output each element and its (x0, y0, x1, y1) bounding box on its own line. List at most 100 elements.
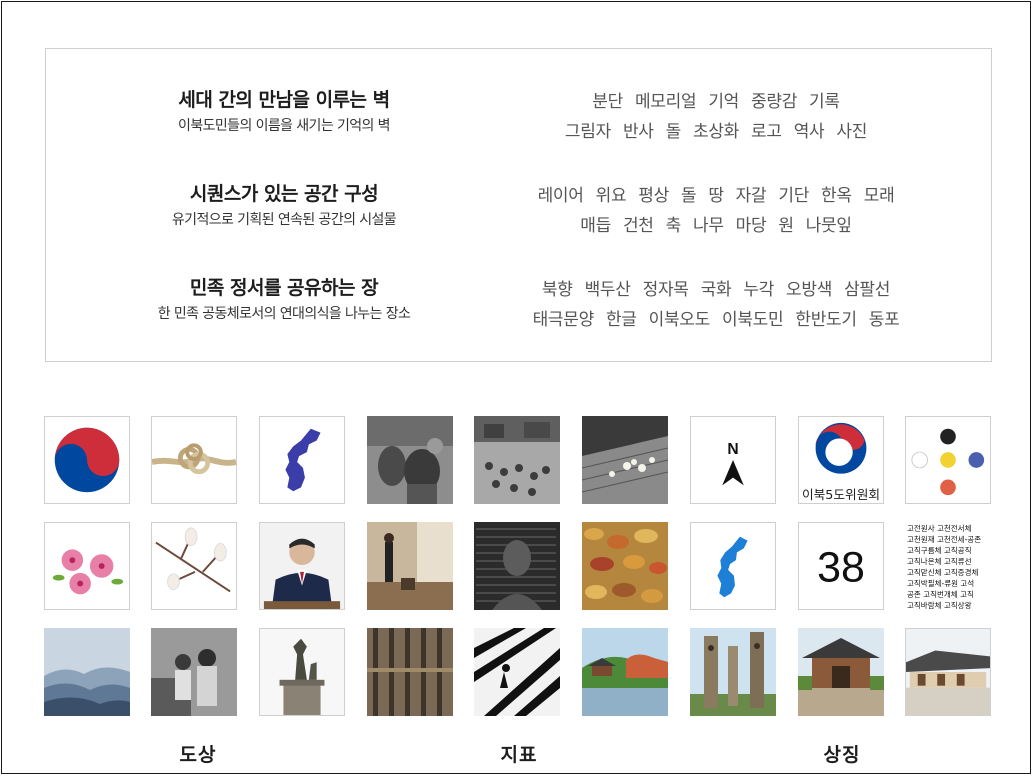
hangul-line: 고직나온체 고직류선 (907, 556, 972, 566)
keyword: 위요 (595, 186, 627, 206)
keyword: 중량감 (751, 92, 798, 112)
statue-monument-image (259, 628, 345, 716)
concept-title: 세대 간의 만남을 이루는 벽 (178, 89, 390, 111)
keyword-list: 분단 메모리얼 기억 중량감 기록 그림자 반사 돌 초상화 로고 역사 사진 (476, 87, 956, 147)
keyword: 분단 (592, 92, 623, 112)
keyword: 한글 (605, 310, 637, 330)
caption-symbol: 상징 (823, 744, 861, 766)
hangul-fonts-image: 고전원사 고천전서체 고천원재 고천전세-공존 고직구름체 고직공직 고직나온체… (905, 522, 991, 610)
keyword: 역사 (793, 122, 825, 142)
concept-subtitle: 유기적으로 기획된 연속된 공간의 시설물 (171, 212, 397, 228)
keyword: 기단 (778, 186, 810, 206)
name-wall-reflection-image (474, 522, 560, 610)
hangul-line: 공존 고직번개체 고직 (907, 589, 974, 599)
keyword: 백두산 (584, 280, 631, 300)
hanok-courtyard-image (905, 628, 991, 716)
hangul-line: 고직맏신체 고직증경체 (907, 567, 978, 577)
keyword: 건천 (622, 216, 654, 236)
keyword: 사진 (836, 122, 868, 142)
caption-icon: 도상 (179, 744, 217, 766)
keyword: 모래 (863, 186, 895, 206)
refugees-photo-image (367, 416, 453, 504)
magnolia-branch-image (151, 522, 237, 610)
hangul-line: 고직박필체-류원 고석 (907, 578, 974, 588)
keyword: 반사 (622, 122, 654, 142)
hanok-gate-image (798, 628, 884, 716)
number-38-text: 38 (817, 544, 865, 592)
concept-row-nation: 민족 정서를 공유하는 장 한 민족 공동체로서의 연대의식을 나누는 장소 북… (46, 275, 991, 355)
keyword: 레이어 (537, 186, 584, 206)
keyword: 돌 (680, 186, 697, 206)
children-war-photo-image (151, 628, 237, 716)
concept-box: 세대 간의 만남을 이루는 벽 이북도민들의 이름을 새기는 기억의 벽 분단 메… (45, 48, 992, 362)
keyword: 동포 (868, 310, 900, 330)
concept-title: 민족 정서를 공유하는 장 (189, 277, 379, 299)
portrait-photo-image (259, 522, 345, 610)
keyword: 기록 (809, 92, 840, 112)
concept-text: 세대 간의 만남을 이루는 벽 이북도민들의 이름을 새기는 기억의 벽 (94, 87, 474, 137)
keyword-list: 북향 백두산 정자목 국화 누각 오방색 삼팔선 태극문양 한글 이북오도 이북도민 한반도기 동포 (476, 275, 956, 335)
obangsaek-dots-image (905, 416, 991, 504)
keyword: 국화 (700, 280, 732, 300)
concept-row-sequence: 시퀀스가 있는 공간 구성 유기적으로 기획된 연속된 공간의 시설물 레이어 위… (46, 181, 991, 261)
keyword: 북향 (541, 280, 573, 300)
keyword: 태극문양 (532, 310, 595, 330)
keyword-line: 레이어 위요 평상 돌 땅 자갈 기단 한옥 모래 (476, 181, 956, 211)
jangseung-poles-image (690, 628, 776, 716)
fallen-leaves-image (582, 522, 668, 610)
north-arrow-image: N (690, 416, 776, 504)
war-camp-photo-image (474, 416, 560, 504)
keyword: 나무 (692, 216, 724, 236)
concept-text: 시퀀스가 있는 공간 구성 유기적으로 기획된 연속된 공간의 시설물 (94, 181, 474, 231)
knot-rope-image (151, 416, 237, 504)
committee-logo-text: 이북5도위원회 (802, 487, 880, 502)
keyword: 한반도기 (795, 310, 857, 330)
keyword: 돌 (665, 122, 682, 142)
number-38-image: 38 (798, 522, 884, 610)
keyword: 기억 (708, 92, 740, 112)
keyword-line: 매듭 건천 축 나무 마당 원 나뭇잎 (476, 211, 956, 241)
keyword-line: 그림자 반사 돌 초상화 로고 역사 사진 (476, 117, 956, 147)
concept-row-wall: 세대 간의 만남을 이루는 벽 이북도민들의 이름을 새기는 기억의 벽 분단 메… (46, 87, 991, 167)
keyword: 자갈 (735, 186, 767, 206)
committee-logo-image: 이북5도위원회 (798, 416, 884, 504)
keyword-line: 태극문양 한글 이북오도 이북도민 한반도기 동포 (476, 305, 956, 335)
taegeuk-symbol-image (44, 416, 130, 504)
korea-map-purple-image (259, 416, 345, 504)
keyword: 마당 (735, 216, 767, 236)
concept-subtitle: 이북도민들의 이름을 새기는 기억의 벽 (178, 118, 390, 134)
north-label: N (727, 441, 738, 458)
keyword: 이북도민 (722, 310, 784, 330)
hangul-line: 고직구름체 고직공직 (907, 545, 971, 555)
keyword: 그림자 (564, 122, 611, 142)
concept-subtitle: 한 민족 공동체로서의 연대의식을 나누는 장소 (157, 306, 411, 322)
concept-text: 민족 정서를 공유하는 장 한 민족 공동체로서의 연대의식을 나누는 장소 (94, 275, 474, 325)
metal-bars-image (367, 628, 453, 716)
memorial-flowers-image (582, 416, 668, 504)
keyword: 원 (778, 216, 794, 236)
mountain-landscape-image (44, 628, 130, 716)
keyword: 정자목 (642, 280, 689, 300)
stripes-shadow-image (474, 628, 560, 716)
keyword: 이북오도 (648, 310, 711, 330)
page: 세대 간의 만남을 이루는 벽 이북도민들의 이름을 새기는 기억의 벽 분단 메… (1, 1, 1031, 774)
keyword: 나뭇잎 (805, 216, 852, 236)
hangul-line: 고천원재 고천전세-공존 (907, 534, 981, 544)
hangul-line: 고전원사 고천전서체 (907, 523, 972, 533)
keyword: 매듭 (580, 216, 611, 236)
keyword: 누각 (743, 280, 775, 300)
keyword: 삼팔선 (844, 280, 891, 300)
keyword: 초상화 (692, 122, 740, 142)
keyword-line: 분단 메모리얼 기억 중량감 기록 (476, 87, 956, 117)
keyword: 축 (665, 216, 682, 236)
caption-indicator: 지표 (500, 744, 538, 766)
keyword: 땅 (708, 186, 724, 206)
keyword: 한옥 (821, 186, 852, 206)
keyword-line: 북향 백두산 정자목 국화 누각 오방색 삼팔선 (476, 275, 956, 305)
hangul-line: 고직바람체 고직상왕 (907, 600, 972, 610)
keyword-list: 레이어 위요 평상 돌 땅 자갈 기단 한옥 모래 매듭 건천 축 나무 마당 원 나뭇잎 (476, 181, 956, 241)
keyword: 평상 (638, 186, 669, 206)
concept-title: 시퀀스가 있는 공간 구성 (189, 183, 379, 205)
mugunghwa-flower-image (44, 522, 130, 610)
keyword: 로고 (751, 122, 782, 142)
